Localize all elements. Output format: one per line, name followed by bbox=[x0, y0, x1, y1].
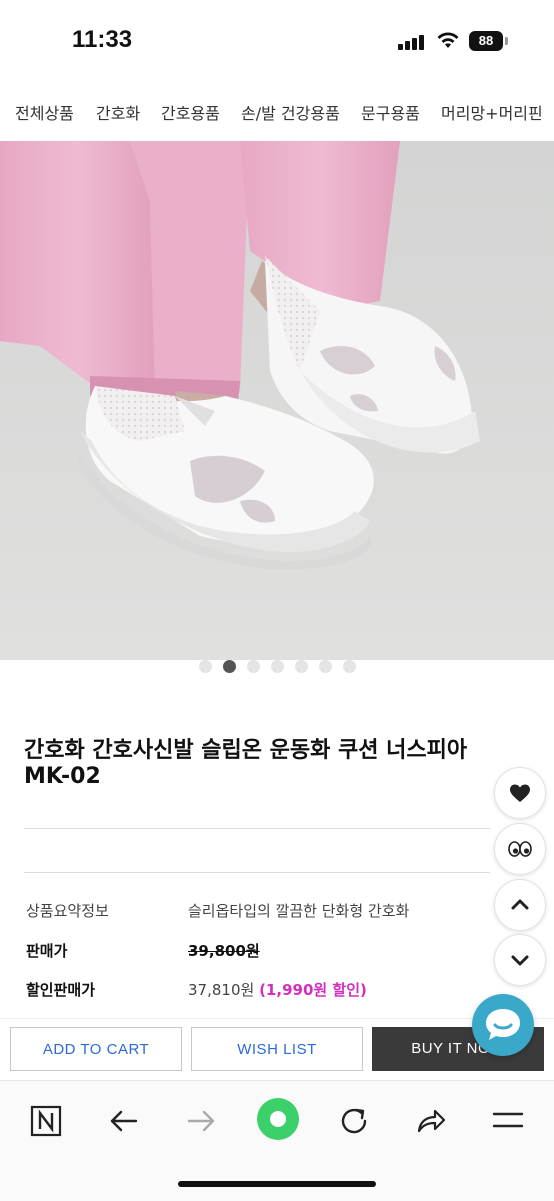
green-dot-home-icon[interactable] bbox=[256, 1097, 300, 1141]
scroll-down-button[interactable] bbox=[494, 934, 546, 986]
status-bar: 11:33 88 bbox=[0, 0, 554, 84]
back-arrow-icon[interactable] bbox=[104, 1101, 144, 1141]
menu-icon[interactable] bbox=[488, 1101, 528, 1141]
summary-value: 슬리옵타입의 깔끔한 단화형 간호화 bbox=[188, 902, 410, 920]
carousel-dot[interactable] bbox=[343, 660, 356, 673]
eyes-icon bbox=[508, 841, 532, 857]
category-hand-foot[interactable]: 손/발 건강용품 bbox=[241, 100, 340, 124]
heart-icon bbox=[510, 784, 530, 802]
carousel-dot-active[interactable] bbox=[223, 660, 236, 673]
scroll-up-button[interactable] bbox=[494, 879, 546, 931]
status-time: 11:33 bbox=[72, 26, 133, 53]
purchase-action-bar: ADD TO CART WISH LIST BUY IT NOW bbox=[0, 1018, 554, 1081]
carousel-dot[interactable] bbox=[295, 660, 308, 673]
product-title: 간호화 간호사신발 슬립온 운동화 쿠션 너스피아 MK-02 bbox=[24, 738, 468, 789]
wifi-icon bbox=[437, 32, 459, 48]
battery-indicator: 88 bbox=[469, 31, 503, 51]
recently-viewed-button[interactable] bbox=[494, 823, 546, 875]
wishlist-heart-button[interactable] bbox=[494, 767, 546, 819]
signal-icon bbox=[398, 34, 426, 50]
category-hairnet[interactable]: 머리망+머리핀 bbox=[441, 100, 543, 124]
home-indicator bbox=[178, 1181, 376, 1187]
add-to-cart-button[interactable]: ADD TO CART bbox=[10, 1027, 182, 1071]
carousel-dot[interactable] bbox=[247, 660, 260, 673]
sale-price-label: 할인판매가 bbox=[26, 981, 96, 999]
sale-price-row: 37,810원 (1,990원 할인) bbox=[188, 979, 367, 1000]
summary-label: 상품요약정보 bbox=[26, 902, 109, 920]
refresh-icon[interactable] bbox=[334, 1101, 374, 1141]
carousel-dot[interactable] bbox=[319, 660, 332, 673]
carousel-dot[interactable] bbox=[199, 660, 212, 673]
carousel-dots bbox=[0, 660, 554, 674]
wish-list-button[interactable]: WISH LIST bbox=[191, 1027, 363, 1071]
category-nursing-supplies[interactable]: 간호용품 bbox=[161, 100, 220, 124]
divider bbox=[24, 872, 490, 873]
category-stationery[interactable]: 문구용품 bbox=[361, 100, 420, 124]
share-icon[interactable] bbox=[411, 1101, 451, 1141]
divider bbox=[24, 828, 490, 829]
forward-arrow-icon[interactable] bbox=[181, 1101, 221, 1141]
price-label: 판매가 bbox=[26, 942, 68, 960]
category-all[interactable]: 전체상품 bbox=[15, 100, 74, 124]
product-image[interactable] bbox=[0, 141, 554, 660]
carousel-dot[interactable] bbox=[271, 660, 284, 673]
category-nurse-shoes[interactable]: 간호화 bbox=[96, 100, 140, 124]
category-nav: 전체상품 간호화 간호용품 손/발 건강용품 문구용품 머리망+머리핀 bbox=[0, 84, 554, 140]
original-price: 39,800원 bbox=[188, 942, 260, 960]
battery-cap bbox=[505, 37, 508, 45]
discount-amount: (1,990원 할인) bbox=[259, 981, 367, 999]
chevron-down-icon bbox=[511, 955, 529, 966]
sale-price: 37,810원 bbox=[188, 981, 255, 999]
chat-bubble-icon bbox=[486, 1009, 520, 1040]
chevron-up-icon bbox=[511, 899, 529, 910]
chat-button[interactable] bbox=[472, 994, 534, 1056]
naver-home-icon[interactable] bbox=[26, 1101, 66, 1141]
